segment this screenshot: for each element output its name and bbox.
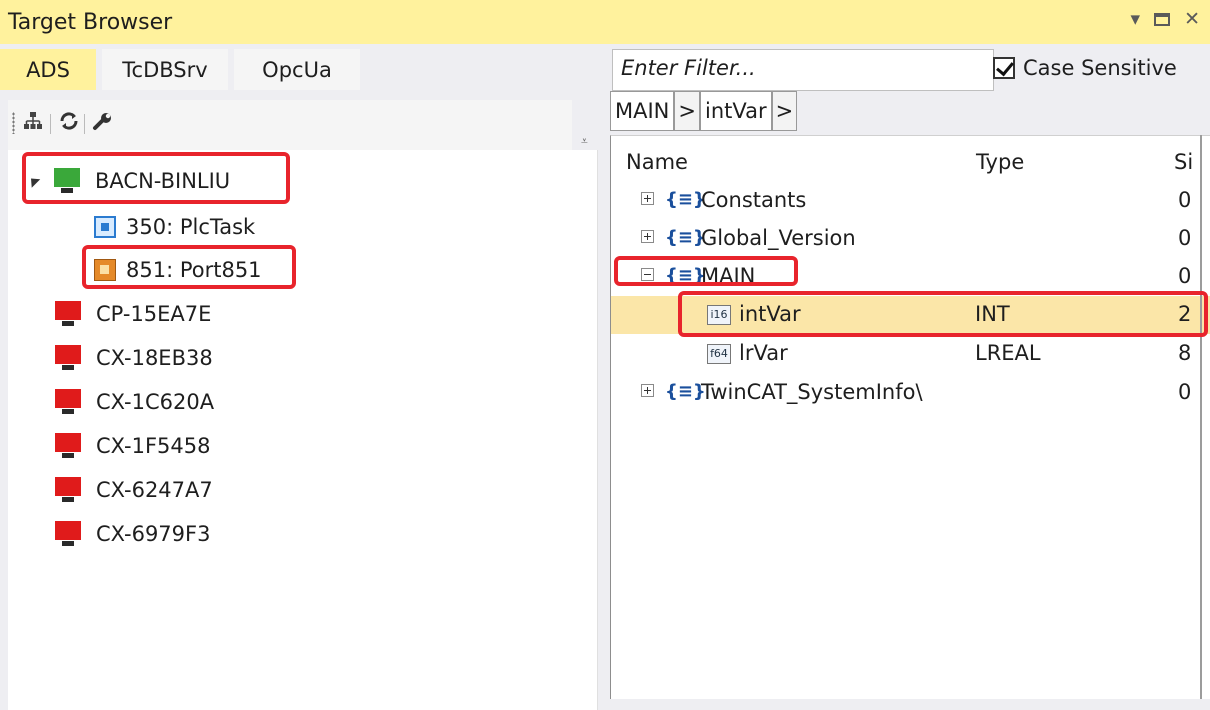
symbol-name: lrVar	[739, 341, 788, 365]
column-header-type[interactable]: Type	[976, 150, 1024, 174]
computer-offline-icon	[54, 345, 82, 371]
toolbar-grip-icon[interactable]	[12, 112, 15, 134]
computer-offline-icon	[54, 477, 82, 503]
case-sensitive-checkbox[interactable]: Case Sensitive	[993, 56, 1177, 80]
structure-icon: {≡}	[665, 265, 706, 286]
symbol-size: 0	[1178, 188, 1192, 212]
task-icon	[94, 216, 116, 238]
symbol-name: Global_Version	[701, 226, 856, 250]
tree-item-cx-6247a7[interactable]: CX-6247A7	[54, 473, 213, 507]
target-label: CX-6247A7	[96, 478, 213, 502]
symbol-name: MAIN	[701, 264, 756, 288]
breadcrumb: MAIN > intVar >	[610, 91, 798, 131]
expand-plus-icon[interactable]	[641, 384, 654, 397]
symbol-type: LREAL	[975, 341, 1041, 365]
target-label: CP-15EA7E	[96, 302, 212, 326]
port-icon	[94, 259, 116, 281]
breadcrumb-separator[interactable]: >	[771, 91, 798, 131]
computer-offline-icon	[54, 433, 82, 459]
title-bar: Target Browser ▾ ✕	[0, 0, 1210, 44]
expand-plus-icon[interactable]	[641, 192, 654, 205]
target-toolbar	[8, 100, 572, 150]
network-tree-icon[interactable]	[22, 110, 44, 132]
target-label: CX-6979F3	[96, 522, 211, 546]
breadcrumb-item-main[interactable]: MAIN	[610, 91, 675, 131]
symbol-size: 0	[1178, 380, 1192, 404]
symbol-row-intvar[interactable]: i16 intVar INT 2	[611, 296, 1210, 334]
symbol-type: INT	[975, 302, 1010, 326]
symbol-size: 2	[1178, 302, 1192, 326]
maximize-icon[interactable]	[1154, 13, 1171, 26]
symbol-name: Constants	[701, 188, 807, 212]
target-label: CX-1C620A	[96, 390, 215, 414]
structure-icon: {≡}	[665, 227, 706, 248]
tree-item-cx-18eb38[interactable]: CX-18EB38	[54, 341, 213, 375]
float64-variable-icon: f64	[707, 344, 731, 364]
symbol-row-constants[interactable]: {≡} Constants 0	[611, 182, 1210, 220]
tree-item-port851[interactable]: 851: Port851	[94, 253, 262, 287]
target-label: BACN-BINLIU	[95, 169, 231, 193]
symbol-name: intVar	[739, 302, 801, 326]
task-label: 350: PlcTask	[126, 215, 256, 239]
collapse-minus-icon[interactable]	[641, 268, 654, 281]
wrench-icon[interactable]	[92, 110, 114, 132]
window-title: Target Browser	[8, 9, 173, 35]
computer-offline-icon	[54, 301, 82, 327]
target-label: CX-1F5458	[96, 434, 211, 458]
refresh-icon[interactable]	[58, 110, 80, 132]
tree-item-cx-6979f3[interactable]: CX-6979F3	[54, 517, 210, 551]
target-label: CX-18EB38	[96, 346, 213, 370]
symbol-row-global-version[interactable]: {≡} Global_Version 0	[611, 220, 1210, 258]
port-label: 851: Port851	[126, 258, 262, 282]
tab-tcdbsrv[interactable]: TcDBSrv	[102, 49, 228, 90]
int16-variable-icon: i16	[707, 305, 731, 325]
tree-item-cp-15ea7e[interactable]: CP-15EA7E	[54, 297, 211, 331]
tree-item-bacn-binliu[interactable]: BACN-BINLIU	[26, 164, 231, 198]
symbol-size: 0	[1178, 226, 1192, 250]
tree-item-cx-1f5458[interactable]: CX-1F5458	[54, 429, 210, 463]
breadcrumb-item-intvar[interactable]: intVar	[700, 91, 772, 131]
case-sensitive-label: Case Sensitive	[1023, 56, 1177, 80]
close-icon[interactable]: ✕	[1184, 8, 1200, 30]
computer-online-icon	[53, 168, 81, 194]
dropdown-arrow-icon[interactable]: ▾	[1131, 8, 1141, 30]
tab-opcua[interactable]: OpcUa	[234, 49, 360, 90]
computer-offline-icon	[54, 389, 82, 415]
collapse-icon[interactable]: ⩡	[581, 134, 588, 149]
symbol-row-main[interactable]: {≡} MAIN 0	[611, 258, 1210, 296]
symbol-size: 0	[1178, 264, 1192, 288]
column-header-name[interactable]: Name	[626, 150, 688, 174]
structure-icon: {≡}	[665, 189, 706, 210]
scrollbar-edge	[1200, 135, 1202, 699]
tab-ads[interactable]: ADS	[0, 49, 96, 90]
checkbox-checked-icon[interactable]	[993, 57, 1015, 79]
column-header-size[interactable]: Si	[1174, 150, 1193, 174]
symbol-row-twincat-systeminfo[interactable]: {≡} TwinCAT_SystemInfo\ 0	[611, 374, 1210, 412]
tree-item-cx-1c620a[interactable]: CX-1C620A	[54, 385, 214, 419]
symbol-name: TwinCAT_SystemInfo\	[701, 380, 923, 404]
tree-item-plctask[interactable]: 350: PlcTask	[94, 210, 255, 244]
structure-icon: {≡}	[665, 381, 706, 402]
breadcrumb-separator[interactable]: >	[674, 91, 700, 131]
symbol-size: 8	[1178, 341, 1192, 365]
filter-input[interactable]: Enter Filter...	[612, 49, 994, 91]
expand-plus-icon[interactable]	[641, 230, 654, 243]
computer-offline-icon	[54, 521, 82, 547]
symbol-row-lrvar[interactable]: f64 lrVar LREAL 8	[611, 335, 1210, 373]
source-tabs: ADS TcDBSrv OpcUa	[0, 49, 366, 90]
